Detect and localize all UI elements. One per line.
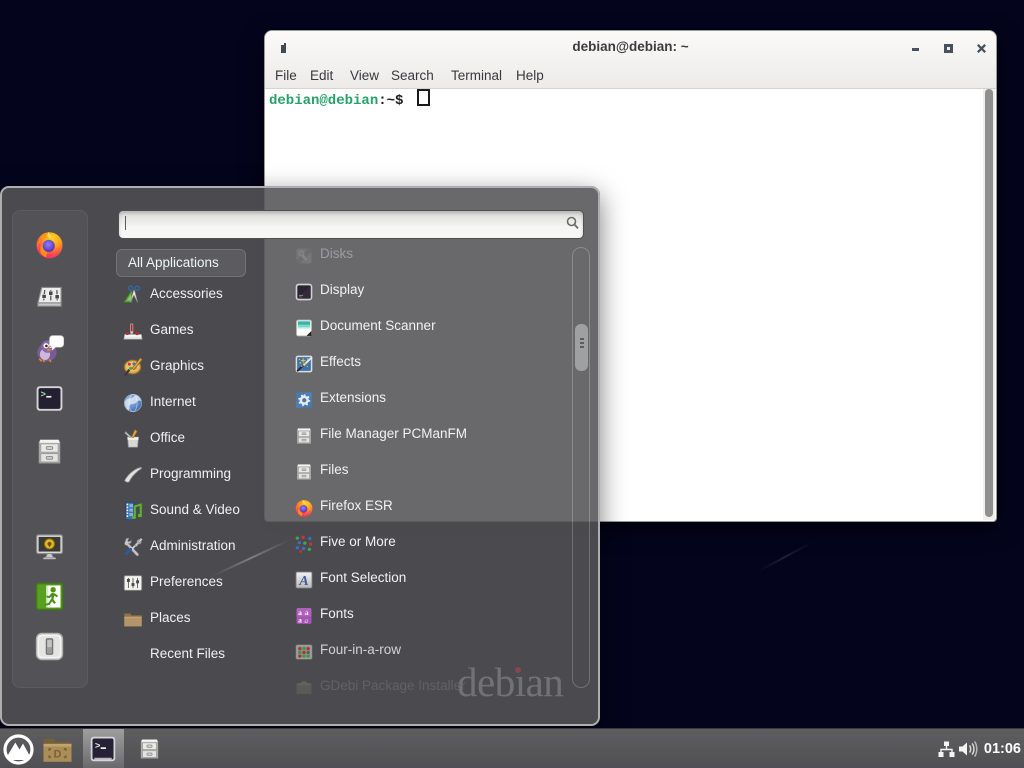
svg-text:A: A xyxy=(298,573,308,589)
svg-text:a: a xyxy=(298,616,302,625)
svg-text:>: > xyxy=(95,740,101,751)
svg-text:>: > xyxy=(40,389,45,400)
svg-text:D: D xyxy=(54,748,62,760)
svg-text:a: a xyxy=(304,616,308,625)
